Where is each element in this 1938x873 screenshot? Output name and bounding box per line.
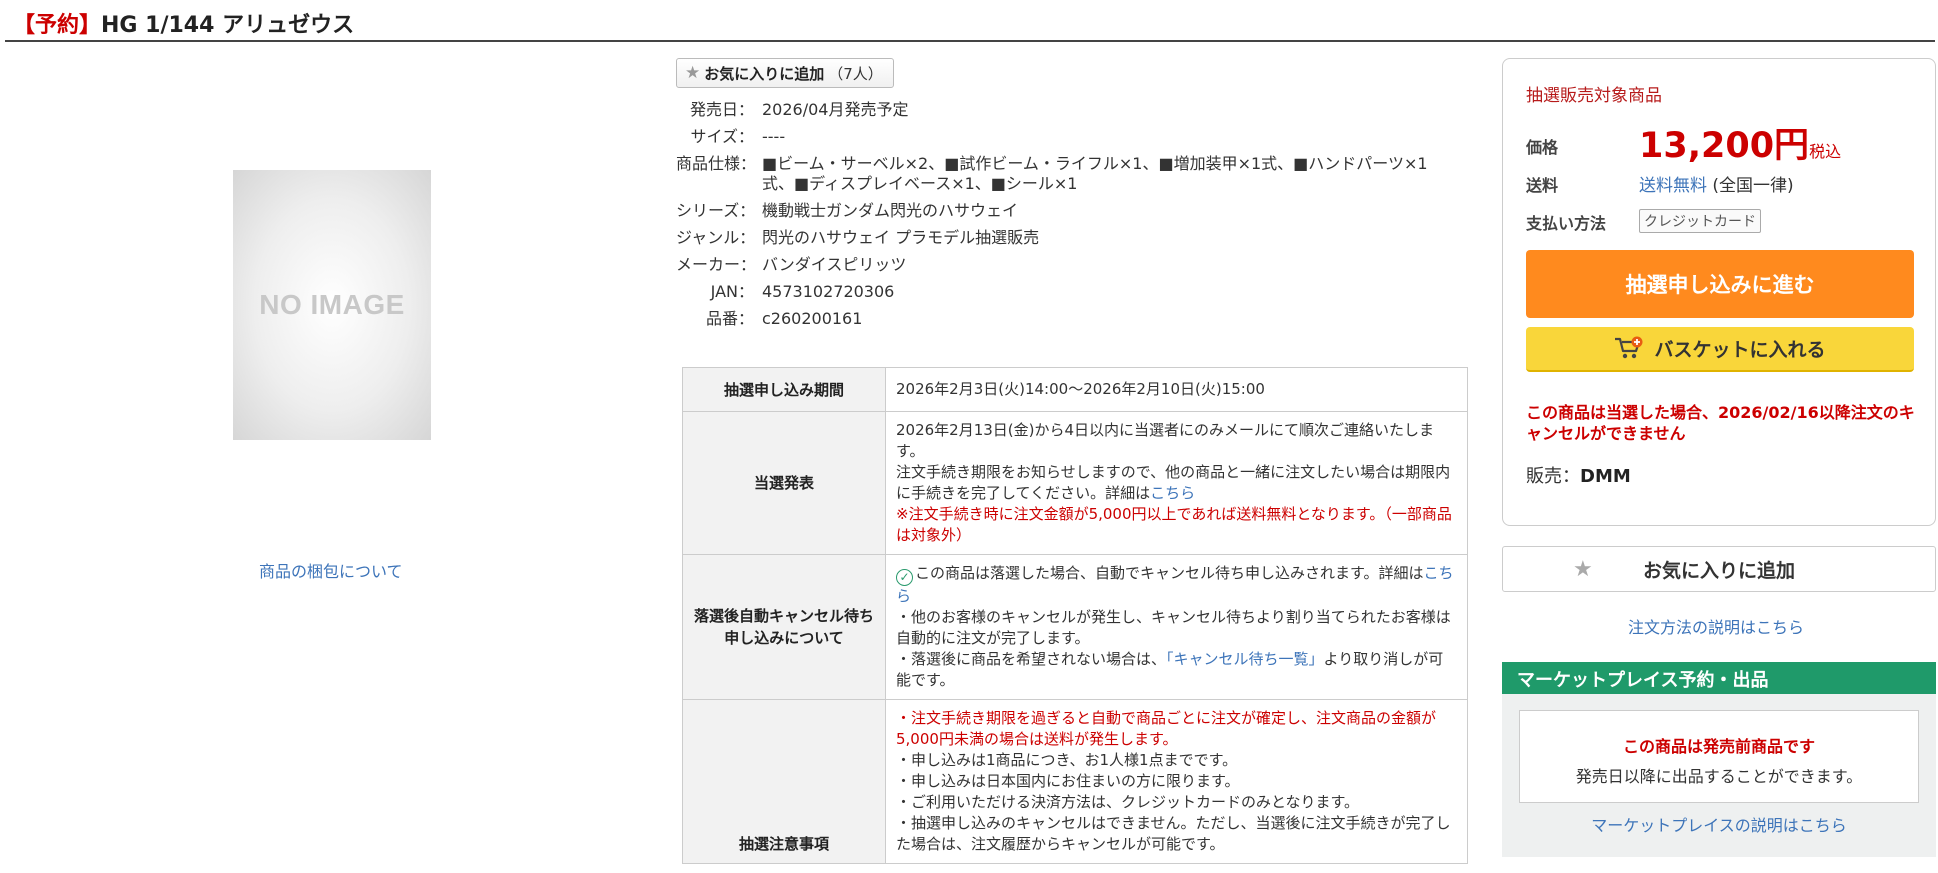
seller-label: 販売： [1526,466,1580,487]
no-image-text: NO IMAGE [259,289,405,320]
prerelease-notice: この商品は発売前商品です [1622,737,1815,756]
auto-cancel-assign-text: ・他のお客様のキャンセルが発生し、キャンセル待ちより割り当てられたお客様は自動的… [896,608,1451,647]
spec-value: ■ビーム・サーベル×2、■試作ビーム・ライフル×1、■増加装甲×1式、■ハンドパ… [762,154,1428,193]
page-title: 【予約】HG 1/144 アリュゼウス [13,7,354,39]
withdraw-body-a: ・落選後に商品を希望されない場合は、 [896,650,1167,668]
table-row: 落選後自動キャンセル待ち申し込みについて ✓ この商品は落選した場合、自動でキャン… [682,554,1468,700]
lottery-info-table: 抽選申し込み期間 2026年2月3日(火)14:00～2026年2月10日(火)… [682,367,1468,864]
purchase-box: 抽選販売対象商品 価格 13,200円税込 送料 送料無料 (全国一律) 支払い… [1502,58,1936,526]
notes-red-text: ・注文手続き期限を過ぎると自動で商品ごとに注文が確定し、注文商品の金額が5,00… [896,709,1437,748]
marketplace-heading: マーケットプレイス予約・出品 [1502,662,1936,694]
seller-name: DMM [1580,466,1631,487]
marketplace-panel: マーケットプレイス予約・出品 この商品は発売前商品です 発売日以降に出品すること… [1502,662,1936,857]
star-icon: ★ [1573,556,1593,582]
series-link[interactable]: 機動戦士ガンダム閃光のハサウェイ [762,201,1446,221]
spec-row: ジャンル： 閃光のハサウェイ プラモデル抽選販売 [676,228,1446,248]
spec-row: 品番： c260200161 [676,309,1446,329]
free-shipping-link[interactable]: 送料無料 [1639,176,1707,196]
favorite-count: （7人） [828,64,883,83]
auto-cancel-label: 落選後自動キャンセル待ち申し込みについて [682,554,886,700]
note-item: ・抽選申し込みのキャンセルはできません。ただし、当選後に注文手続きが完了した場合… [896,814,1451,853]
payment-method-tag: クレジットカード [1639,209,1761,233]
spec-key: 商品仕様： [676,154,757,173]
title-bar: 【予約】HG 1/144 アリュゼウス [5,0,1935,42]
shipping-info: 送料無料 (全国一律) [1639,171,1794,196]
spec-row: メーカー： バンダイスピリッツ [676,255,1446,275]
note-item: ・申し込みは1商品につき、お1人様1点までです。 [896,751,1238,769]
price: 13,200円税込 [1639,117,1841,168]
notes-cell: ・注文手続き期限を過ぎると自動で商品ごとに注文が確定し、注文商品の金額が5,00… [885,699,1468,864]
spec-row: シリーズ： 機動戦士ガンダム閃光のハサウェイ [676,201,1446,221]
free-shipping-note: ※注文手続き時に注文金額が5,000円以上であれば送料無料となります。（一部商品… [896,505,1452,544]
spec-value: 2026/04月発売予定 [762,100,909,119]
spec-key: シリーズ： [676,201,756,220]
favorite-label: お気に入りに追加 [704,64,825,83]
period-label: 抽選申し込み期間 [682,367,886,412]
spec-value: 4573102720306 [762,282,895,301]
table-row: 当選発表 2026年2月13日(金)から4日以内に当選者にのみメールにて順次ご連… [682,411,1468,555]
shipping-label: 送料 [1526,176,1559,195]
announce-label: 当選発表 [682,411,886,555]
announce-cell: 2026年2月13日(金)から4日以内に当選者にのみメールにて順次ご連絡いたしま… [885,411,1468,555]
packing-info-link[interactable]: 商品の梱包について [259,558,403,582]
period-value: 2026年2月3日(火)14:00～2026年2月10日(火)15:00 [885,367,1468,412]
spec-row: 発売日： 2026/04月発売予定 [676,100,1446,120]
spec-key: ジャンル： [676,228,756,247]
add-to-basket-button[interactable]: バスケットに入れる [1526,327,1914,372]
auto-cancel-text: ✓ この商品は落選した場合、自動でキャンセル待ち申し込みされます。詳細はこちら [896,563,1457,607]
note-item: ・ご利用いただける決済方法は、クレジットカードのみとなります。 [896,793,1360,811]
check-circle-icon: ✓ [896,569,913,586]
cart-icon [1614,336,1644,362]
table-row: 抽選注意事項 ・注文手続き期限を過ぎると自動で商品ごとに注文が確定し、注文商品の… [682,699,1468,864]
payment-label: 支払い方法 [1526,214,1607,233]
favorite-button[interactable]: ★ お気に入りに追加 （7人） [676,58,894,88]
cancel-wait-list-link[interactable]: 「キャンセル待ち一覧」 [1166,650,1324,668]
spec-value: c260200161 [762,309,863,328]
cancel-warning: この商品は当選した場合、2026/02/16以降注文のキャンセルができません [1526,403,1915,443]
marketplace-help-link[interactable]: マーケットプレイスの説明はこちら [1502,812,1936,836]
announce-detail-link[interactable]: こちら [1150,484,1195,502]
table-row: 抽選申し込み期間 2026年2月3日(火)14:00～2026年2月10日(火)… [682,367,1468,412]
auto-cancel-withdraw-text: ・落選後に商品を希望されない場合は、「キャンセル待ち一覧」より取り消しが可能です… [896,649,1457,691]
product-name: HG 1/144 アリュゼウス [101,13,355,38]
marketplace-notice: この商品は発売前商品です 発売日以降に出品することができます。 [1519,710,1919,803]
tax-label: 税込 [1809,142,1842,161]
lottery-apply-button[interactable]: 抽選申し込みに進む [1526,250,1914,318]
shipping-note: (全国一律) [1712,176,1794,196]
add-favorite-button[interactable]: ★ お気に入りに追加 [1502,546,1936,592]
spec-row: JAN： 4573102720306 [676,282,1446,302]
order-help-link[interactable]: 注文方法の説明はこちら [1628,614,1804,638]
preorder-label: 【予約】 [13,13,102,38]
spec-key: メーカー： [676,255,757,274]
announce-text: 2026年2月13日(金)から4日以内に当選者にのみメールにて順次ご連絡いたしま… [896,421,1435,460]
maker-link[interactable]: バンダイスピリッツ [762,255,1446,275]
spec-key: 品番： [705,309,754,328]
spec-value: ---- [762,127,786,146]
product-image[interactable]: NO IMAGE [233,170,431,440]
spec-key: JAN： [710,282,754,301]
spec-key: 発売日： [689,100,754,119]
note-item: ・申し込みは日本国内にお住まいの方に限ります。 [896,772,1240,790]
star-icon: ★ [685,63,701,83]
lottery-target-label: 抽選販売対象商品 [1526,86,1662,106]
price-value: 13,200円 [1639,126,1810,166]
auto-cancel-cell: ✓ この商品は落選した場合、自動でキャンセル待ち申し込みされます。詳細はこちら ・… [885,554,1468,700]
spec-row: サイズ： ---- [676,127,1446,147]
spec-row: 商品仕様： ■ビーム・サーベル×2、■試作ビーム・ライフル×1、■増加装甲×1式、… [676,154,1446,194]
auto-cancel-body: この商品は落選した場合、自動でキャンセル待ち申し込みされます。詳細は [915,564,1424,582]
price-label: 価格 [1526,138,1559,157]
listing-notice: 発売日以降に出品することができます。 [1575,767,1863,786]
spec-list: 発売日： 2026/04月発売予定 サイズ： ---- 商品仕様： ■ビーム・サーベル… [676,100,1446,336]
notes-label: 抽選注意事項 [682,699,886,864]
announce-deadline-text: 注文手続き期限をお知らせしますので、他の商品と一緒に注文したい場合は期限内に手続… [896,462,1457,504]
add-favorite-label: お気に入りに追加 [1642,559,1795,582]
basket-label: バスケットに入れる [1654,339,1826,361]
genre-link[interactable]: 閃光のハサウェイ プラモデル抽選販売 [762,228,1446,248]
spec-key: サイズ： [690,127,754,146]
seller-info: 販売：DMM [1526,462,1631,488]
